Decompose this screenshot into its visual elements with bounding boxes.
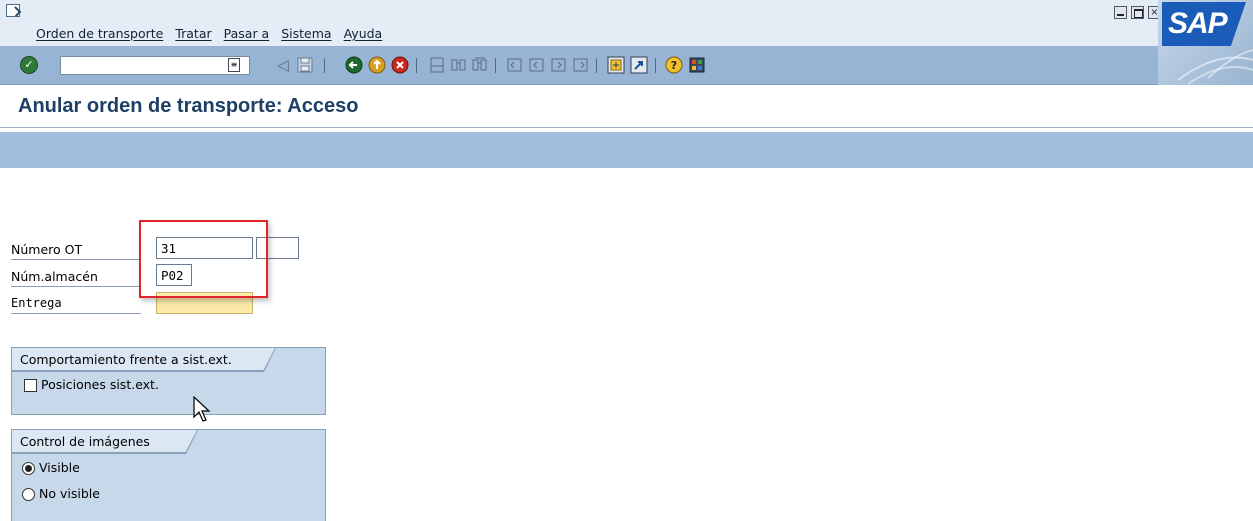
menu-orden-de-transporte[interactable]: Orden de transporte bbox=[36, 26, 163, 41]
visible-radio-label: Visible bbox=[39, 460, 80, 475]
nav-left-icon: ◁ bbox=[277, 56, 289, 74]
shortcut-icon[interactable] bbox=[630, 56, 648, 74]
no-visible-radio[interactable] bbox=[22, 488, 35, 501]
menu-pasar-a[interactable]: Pasar a bbox=[224, 26, 270, 41]
logo-area: SAP bbox=[1158, 0, 1253, 85]
find-next-icon bbox=[472, 57, 487, 71]
visible-radio[interactable] bbox=[22, 462, 35, 475]
posiciones-sist-ext-checkbox[interactable] bbox=[24, 379, 37, 392]
main-menu: Orden de transporte Tratar Pasar a Siste… bbox=[36, 26, 382, 41]
print-icon bbox=[430, 57, 444, 73]
logo-swirl-decoration bbox=[1177, 49, 1253, 85]
layout-menu-icon[interactable] bbox=[688, 56, 706, 74]
save-icon bbox=[297, 57, 313, 73]
menu-ayuda[interactable]: Ayuda bbox=[344, 26, 383, 41]
image-control-group: Control de imágenes Visible No visible bbox=[11, 429, 326, 521]
next-page-icon bbox=[551, 58, 566, 72]
highlight-box bbox=[139, 220, 268, 298]
command-history-icon[interactable]: ≡ bbox=[228, 58, 240, 72]
toolbar-separator bbox=[495, 58, 496, 73]
external-system-group: Comportamiento frente a sist.ext. Posici… bbox=[11, 347, 326, 415]
enter-icon[interactable]: ✓ bbox=[20, 56, 38, 74]
application-toolbar bbox=[0, 132, 1253, 168]
menu-sistema[interactable]: Sistema bbox=[281, 26, 331, 41]
previous-page-icon bbox=[529, 58, 544, 72]
toolbar-separator bbox=[416, 58, 417, 73]
first-page-icon bbox=[507, 58, 522, 72]
menu-tratar[interactable]: Tratar bbox=[175, 26, 211, 41]
minimize-icon[interactable] bbox=[1114, 6, 1127, 19]
svg-text:?: ? bbox=[671, 59, 677, 72]
system-menu-icon[interactable] bbox=[6, 4, 20, 17]
posiciones-sist-ext-label: Posiciones sist.ext. bbox=[41, 377, 159, 392]
external-system-group-title: Comportamiento frente a sist.ext. bbox=[12, 348, 275, 371]
exit-icon[interactable] bbox=[368, 56, 386, 74]
maximize-icon[interactable] bbox=[1131, 6, 1144, 19]
create-session-icon[interactable] bbox=[607, 56, 625, 74]
mouse-cursor-icon bbox=[193, 396, 211, 422]
menu-bar: Orden de transporte Tratar Pasar a Siste… bbox=[0, 0, 1253, 46]
title-bar: Anular orden de transporte: Acceso bbox=[0, 85, 1253, 128]
cancel-icon[interactable] bbox=[391, 56, 409, 74]
find-icon bbox=[451, 59, 466, 71]
toolbar-separator bbox=[655, 58, 656, 73]
no-visible-radio-label: No visible bbox=[39, 486, 100, 501]
command-field[interactable] bbox=[60, 56, 250, 75]
page-title: Anular orden de transporte: Acceso bbox=[18, 95, 359, 117]
standard-toolbar: ✓ ≡ ◁ ? bbox=[0, 46, 1158, 85]
toolbar-separator bbox=[596, 58, 597, 73]
toolbar-separator bbox=[324, 58, 325, 73]
image-control-group-title: Control de imágenes bbox=[12, 430, 197, 453]
back-icon[interactable] bbox=[345, 56, 363, 74]
last-page-icon bbox=[573, 58, 588, 72]
entrega-label: Entrega bbox=[11, 293, 141, 314]
num-almacen-label: Núm.almacén bbox=[11, 266, 141, 287]
help-icon[interactable]: ? bbox=[665, 56, 683, 74]
window-controls: × bbox=[1114, 6, 1161, 19]
numero-ot-label: Número OT bbox=[11, 239, 141, 260]
